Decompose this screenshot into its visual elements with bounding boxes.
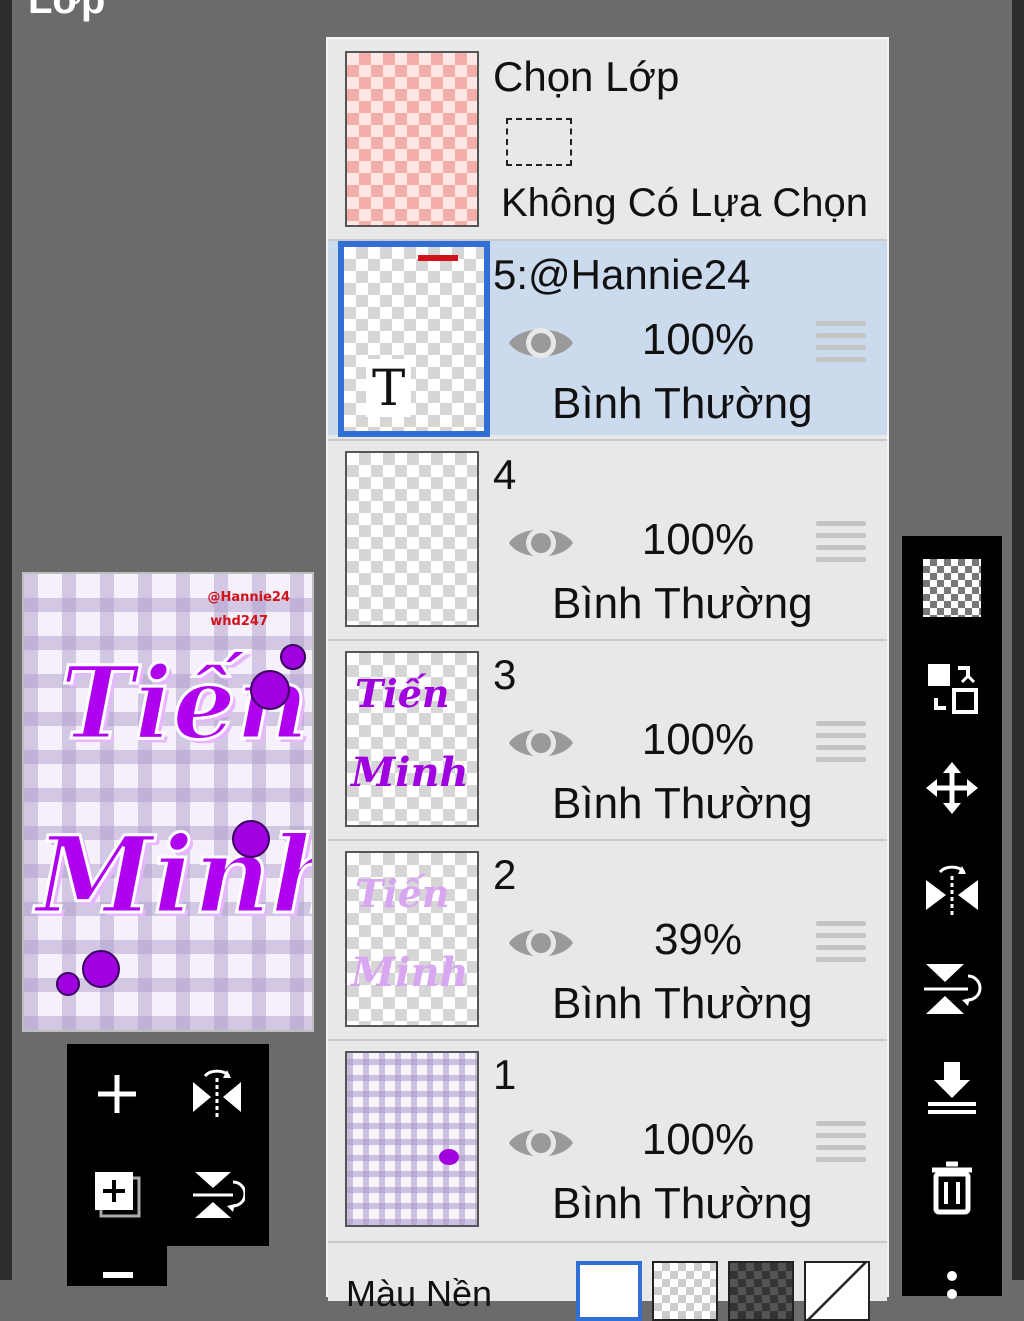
thumb-planet <box>439 1149 459 1165</box>
merge-down-icon[interactable] <box>902 1048 1002 1128</box>
thumb-word-1: Tiến <box>355 671 450 716</box>
visibility-eye-icon[interactable] <box>506 719 576 767</box>
drag-handle-icon[interactable] <box>816 921 866 963</box>
flip-vertical-icon[interactable] <box>182 1159 252 1229</box>
layer-row[interactable]: T 5:@Hannie24 100% Bình Thường <box>328 239 887 437</box>
visibility-eye-icon[interactable] <box>506 519 576 567</box>
layer-opacity[interactable]: 100% <box>618 1115 778 1165</box>
planet-dot <box>280 644 306 670</box>
layer-blend-mode[interactable]: Bình Thường <box>552 779 813 829</box>
flip-horizontal-icon[interactable] <box>902 848 1002 928</box>
drag-handle-icon[interactable] <box>816 521 866 563</box>
layer-row[interactable]: 1 100% Bình Thường <box>328 1039 887 1235</box>
canvas-preview[interactable]: @Hannie24 whd247 Tiến Minh <box>22 572 314 1032</box>
layer-name: 3 <box>493 651 517 698</box>
bg-checker-dark-swatch[interactable] <box>728 1261 794 1321</box>
preview-word-2: Minh <box>35 811 312 939</box>
move-icon[interactable] <box>902 748 1002 828</box>
visibility-eye-icon[interactable] <box>506 1119 576 1167</box>
bg-white-swatch[interactable] <box>576 1261 642 1321</box>
thumb-word-2: Minh <box>351 949 469 996</box>
layer-blend-mode[interactable]: Bình Thường <box>552 1179 813 1229</box>
visibility-eye-icon[interactable] <box>506 319 576 367</box>
text-layer-icon: T <box>366 359 412 417</box>
panel-title: Lớp <box>28 0 106 22</box>
thumb-word-2: Minh <box>351 749 469 796</box>
visibility-eye-icon[interactable] <box>506 919 576 967</box>
thumb-word-1: Tiến <box>355 871 450 916</box>
trash-icon[interactable] <box>902 1148 1002 1228</box>
layer-opacity[interactable]: 39% <box>618 915 778 965</box>
layer-blend-mode[interactable]: Bình Thường <box>552 979 813 1029</box>
selection-thumbnail <box>345 51 479 227</box>
left-toolbox <box>67 1044 269 1246</box>
bg-checker-light-swatch[interactable] <box>652 1261 718 1321</box>
more-icon[interactable] <box>902 1236 1002 1316</box>
flip-horizontal-icon[interactable] <box>182 1059 252 1129</box>
layer-row[interactable]: 4 100% Bình Thường <box>328 439 887 635</box>
layer-blend-mode[interactable]: Bình Thường <box>552 579 813 629</box>
layer-blend-mode[interactable]: Bình Thường <box>552 379 813 429</box>
transparency-icon[interactable] <box>902 548 1002 628</box>
right-toolbar <box>902 536 1002 1299</box>
swap-layer-icon[interactable] <box>902 648 1002 728</box>
planet-dot <box>232 820 270 858</box>
layer-opacity[interactable]: 100% <box>618 315 778 365</box>
left-edge <box>0 0 12 1280</box>
right-edge <box>1012 0 1024 1280</box>
bg-custom-swatch[interactable] <box>804 1261 870 1321</box>
layer-thumbnail: T <box>338 241 490 437</box>
planet-dot <box>82 950 120 988</box>
layer-opacity[interactable]: 100% <box>618 515 778 565</box>
layer-name: 4 <box>493 451 517 498</box>
selection-marquee-icon <box>506 118 572 166</box>
selection-layer-title: Chọn Lớp <box>493 53 680 100</box>
flip-vertical-icon[interactable] <box>902 948 1002 1028</box>
layer-opacity[interactable]: 100% <box>618 715 778 765</box>
layer-name: 1 <box>493 1051 517 1098</box>
preview-credit-2: whd247 <box>210 614 268 629</box>
drag-handle-icon[interactable] <box>816 721 866 763</box>
selection-layer-row[interactable]: Chọn Lớp Không Có Lựa Chọn <box>328 39 887 239</box>
layer-thumbnail <box>345 451 479 627</box>
layer-thumbnail: Tiến Minh <box>345 651 479 827</box>
drag-handle-icon[interactable] <box>816 1121 866 1163</box>
selection-status: Không Có Lựa Chọn <box>501 181 869 225</box>
layer-row[interactable]: Tiến Minh 3 100% Bình Thường <box>328 639 887 835</box>
planet-dot <box>56 972 80 996</box>
planet-dot <box>250 670 290 710</box>
background-label: Màu Nền <box>346 1273 493 1314</box>
drag-handle-icon[interactable] <box>816 321 866 363</box>
layer-panel: Chọn Lớp Không Có Lựa Chọn T 5:@Hannie24… <box>326 37 889 1321</box>
preview-credit-1: @Hannie24 <box>207 590 290 605</box>
left-toolbox-more <box>67 1246 167 1286</box>
thumb-credit-mark <box>418 255 458 261</box>
layer-row[interactable]: Tiến Minh 2 39% Bình Thường <box>328 839 887 1035</box>
add-copy-layer-icon[interactable] <box>82 1159 152 1229</box>
layer-thumbnail <box>345 1051 479 1227</box>
layer-name: 2 <box>493 851 517 898</box>
layer-name: 5:@Hannie24 <box>493 251 751 298</box>
background-color-row: Màu Nền <box>328 1241 887 1321</box>
more-tool-icon[interactable] <box>103 1272 133 1278</box>
layer-thumbnail: Tiến Minh <box>345 851 479 1027</box>
add-layer-icon[interactable] <box>82 1059 152 1129</box>
